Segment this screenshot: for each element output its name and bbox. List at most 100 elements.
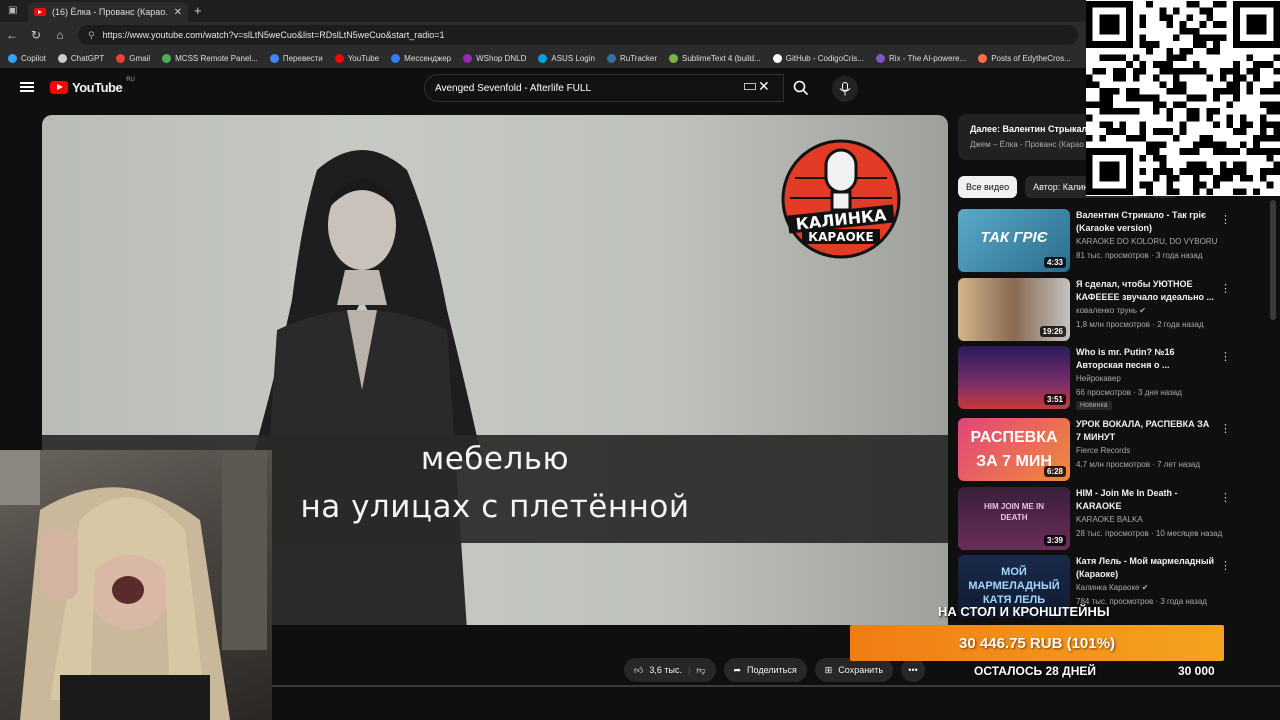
- back-icon[interactable]: ←: [0, 28, 24, 42]
- more-vertical-icon[interactable]: ⋮: [1220, 213, 1231, 226]
- bookmark-favicon-icon: [8, 53, 17, 63]
- bookmark-favicon-icon: [116, 53, 126, 63]
- like-button[interactable]: 👍︎ 3,6 тыс. | 👎︎: [624, 658, 716, 682]
- search-button[interactable]: [784, 74, 818, 102]
- bookmark-item[interactable]: Перевести: [269, 53, 323, 63]
- video-title[interactable]: Who is mr. Putin? №16 Авторская песня о …: [1076, 346, 1216, 372]
- bookmark-label: GitHub - CodigoCris...: [785, 53, 864, 63]
- bookmark-item[interactable]: GitHub - CodigoCris...: [772, 53, 864, 63]
- thumbnail-text: МОЙ МАРМЕЛАДНЫЙ КАТЯ ЛЕЛЬ: [968, 566, 1060, 606]
- channel-name[interactable]: KARAOKE DO KOLORU, DO VYBORU: [1076, 237, 1226, 246]
- bookmark-item[interactable]: WShop DNLD: [463, 53, 526, 63]
- video-meta: 1,8 млн просмотров · 2 года назад: [1076, 320, 1204, 329]
- bookmark-item[interactable]: Copilot: [8, 53, 46, 63]
- channel-name[interactable]: Калинка Караоке ✔: [1076, 583, 1226, 592]
- keyboard-icon[interactable]: [744, 83, 756, 90]
- bookmark-label: ChatGPT: [70, 53, 105, 63]
- home-icon[interactable]: ⌂: [48, 28, 72, 42]
- more-vertical-icon[interactable]: ⋮: [1220, 559, 1231, 572]
- bookmark-item[interactable]: Gmail: [116, 53, 151, 63]
- more-vertical-icon[interactable]: ⋮: [1220, 491, 1231, 504]
- more-vertical-icon[interactable]: ⋮: [1220, 350, 1231, 363]
- share-button[interactable]: ➦ Поделиться: [723, 658, 807, 682]
- search-value: Avenged Sevenfold - Afterlife FULL: [435, 82, 592, 94]
- tab-close-icon[interactable]: ✕: [174, 7, 182, 18]
- save-icon: ⊞: [824, 664, 833, 675]
- video-thumbnail[interactable]: 19:26: [958, 278, 1070, 341]
- like-count: 3,6 тыс.: [649, 665, 683, 675]
- url-text: https://www.youtube.com/watch?v=slLtN5we…: [102, 30, 445, 40]
- recommendation-item[interactable]: 3:51 Who is mr. Putin? №16 Авторская пес…: [958, 346, 1231, 410]
- video-thumbnail[interactable]: ТАК ГРІЄ 4:33: [958, 209, 1070, 272]
- bookmark-item[interactable]: Rix - The AI-powere...: [875, 53, 966, 63]
- youtube-logo[interactable]: YouTube RU: [50, 76, 135, 95]
- new-badge: Новинка: [1076, 401, 1112, 410]
- bookmark-item[interactable]: ChatGPT: [57, 53, 105, 63]
- bookmark-label: Gmail: [129, 53, 151, 63]
- save-button[interactable]: ⊞ Сохранить: [814, 658, 894, 682]
- streamer-webcam-image: [0, 450, 267, 720]
- video-duration: 19:26: [1039, 326, 1066, 337]
- bookmark-label: SublimeText 4 (build...: [682, 53, 761, 63]
- address-bar[interactable]: ⚲ https://www.youtube.com/watch?v=slLtN5…: [78, 25, 1078, 45]
- site-info-icon[interactable]: ⚲: [88, 30, 95, 41]
- recommendation-item[interactable]: 19:26 Я сделал, чтобы УЮТНОЕ КАФЕЕЕЕ зву…: [958, 278, 1231, 342]
- qr-code-icon: [1086, 1, 1280, 195]
- channel-name[interactable]: Нейрокавер: [1076, 374, 1226, 383]
- chip-all[interactable]: Все видео: [958, 176, 1018, 198]
- thumbs-down-icon[interactable]: 👎︎: [696, 665, 705, 676]
- more-vertical-icon[interactable]: ⋮: [1220, 282, 1231, 295]
- progress-track[interactable]: [272, 685, 1280, 687]
- bookmark-item[interactable]: ASUS Login: [538, 53, 595, 63]
- bookmark-item[interactable]: SublimeText 4 (build...: [669, 53, 761, 63]
- donation-title: НА СТОЛ И КРОНШТЕЙНЫ: [938, 604, 1110, 619]
- search-input[interactable]: Avenged Sevenfold - Afterlife FULL: [424, 74, 784, 102]
- youtube-favicon-icon: [34, 8, 46, 16]
- video-title[interactable]: Катя Лель - Мой мармеладный (Караоке): [1076, 555, 1216, 581]
- bookmark-favicon-icon: [334, 53, 344, 63]
- bookmark-favicon-icon: [391, 53, 401, 63]
- youtube-region: RU: [126, 76, 135, 83]
- video-thumbnail[interactable]: РАСПЕВКА ЗА 7 МИН 6:28: [958, 418, 1070, 481]
- more-actions-button[interactable]: •••: [901, 658, 926, 682]
- clear-search-icon[interactable]: ✕: [758, 78, 770, 95]
- recommendation-item[interactable]: РАСПЕВКА ЗА 7 МИН 6:28 УРОК ВОКАЛА, РАСП…: [958, 418, 1231, 482]
- bookmark-label: Перевести: [282, 53, 323, 63]
- sidebar-scrollbar[interactable]: [1270, 200, 1276, 320]
- video-thumbnail[interactable]: 3:51: [958, 346, 1070, 409]
- video-thumbnail[interactable]: HIM JOIN ME IN DEATH 3:39: [958, 487, 1070, 550]
- video-duration: 6:28: [1043, 466, 1066, 477]
- new-tab-icon[interactable]: +: [194, 3, 202, 18]
- voice-search-button[interactable]: [832, 76, 858, 102]
- bookmark-item[interactable]: Posts of EdytheCros...: [978, 53, 1071, 63]
- more-icon: •••: [908, 665, 918, 675]
- channel-name[interactable]: KARAOKE BALKA: [1076, 515, 1226, 524]
- bookmark-item[interactable]: RuTracker: [606, 53, 657, 63]
- video-title[interactable]: Валентин Стрикало - Так гріє (Karaoke ve…: [1076, 209, 1216, 235]
- bookmark-item[interactable]: MCSS Remote Panel...: [162, 53, 258, 63]
- channel-name[interactable]: коваленко трунь ✔: [1076, 306, 1226, 315]
- tab-actions-icon[interactable]: ▣: [8, 5, 17, 16]
- recommendation-item[interactable]: ТАК ГРІЄ 4:33 Валентин Стрикало - Так гр…: [958, 209, 1231, 273]
- bookmark-item[interactable]: YouTube: [334, 53, 380, 63]
- video-title[interactable]: УРОК ВОКАЛА, РАСПЕВКА ЗА 7 МИНУТ: [1076, 418, 1216, 444]
- menu-icon[interactable]: [20, 82, 34, 92]
- bookmark-label: Posts of EdytheCros...: [991, 53, 1071, 63]
- browser-tab[interactable]: (16) Ёлка - Прованс (Карао... ✕: [28, 2, 188, 22]
- more-vertical-icon[interactable]: ⋮: [1220, 422, 1231, 435]
- recommendation-item[interactable]: HIM JOIN ME IN DEATH 3:39 HIM - Join Me …: [958, 487, 1231, 551]
- bookmark-favicon-icon: [463, 53, 473, 63]
- microphone-icon: [839, 82, 851, 96]
- video-title[interactable]: Я сделал, чтобы УЮТНОЕ КАФЕЕЕЕ звучало и…: [1076, 278, 1216, 304]
- bookmark-label: ASUS Login: [551, 53, 595, 63]
- logo-text-karaoke: КАРАОКЕ: [808, 230, 873, 244]
- reload-icon[interactable]: ↻: [24, 28, 48, 42]
- channel-name[interactable]: Fierce Records: [1076, 446, 1226, 455]
- bookmark-label: YouTube: [347, 53, 380, 63]
- donation-goal: 30 000: [1178, 664, 1215, 678]
- video-title[interactable]: HIM - Join Me In Death - KARAOKE: [1076, 487, 1216, 513]
- save-label: Сохранить: [838, 665, 884, 675]
- video-duration: 3:39: [1043, 535, 1066, 546]
- bookmark-favicon-icon: [978, 53, 988, 63]
- bookmark-item[interactable]: Мессенджер: [391, 53, 451, 63]
